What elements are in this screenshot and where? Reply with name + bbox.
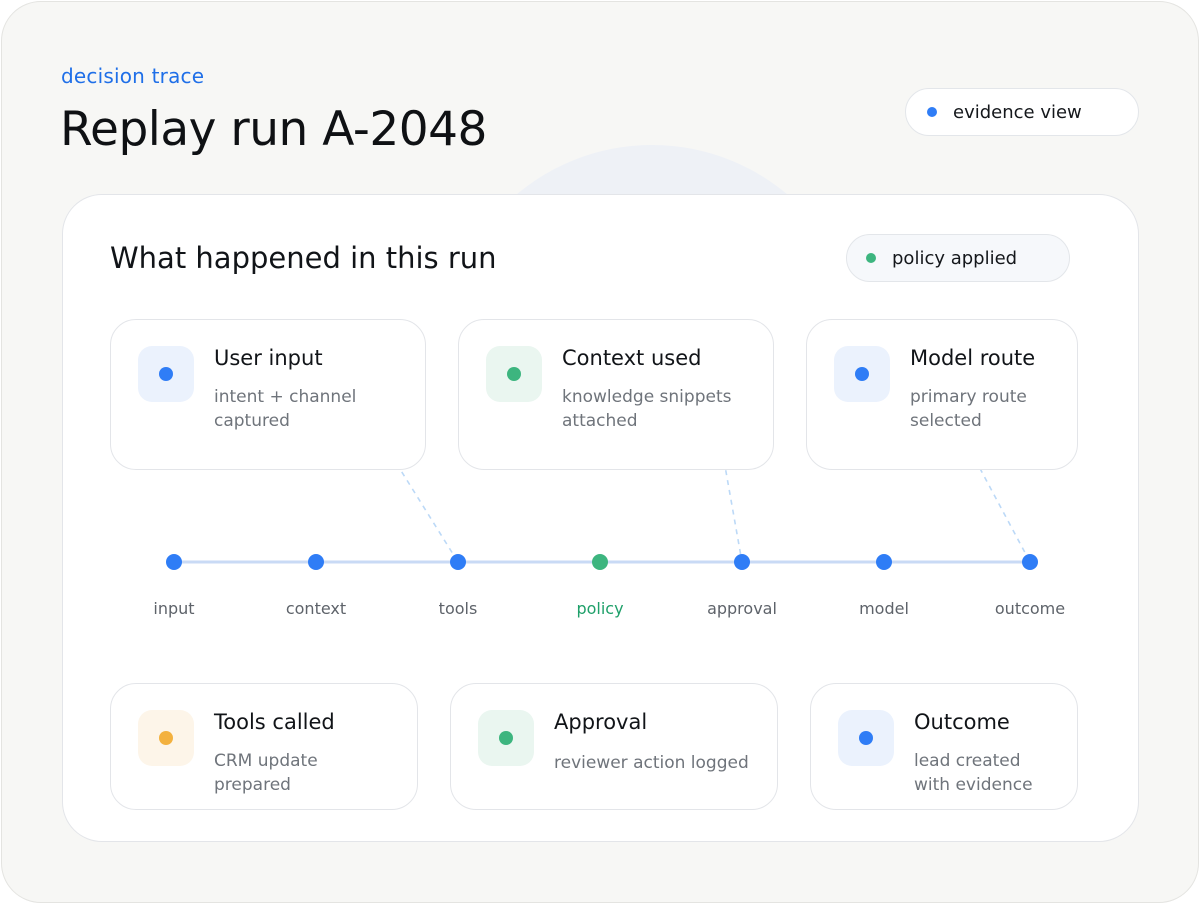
card-title: Model route [910,346,1036,370]
card-title: Context used [562,346,702,370]
timeline-node-outcome [1022,554,1038,570]
card-subtitle: CRM update prepared [214,751,318,795]
green-dot-icon [507,367,521,381]
card-title: Outcome [914,710,1010,734]
card-subtitle: lead created with evidence [914,751,1033,795]
card-title: Tools called [214,710,335,734]
card-subtitle: primary route selected [910,387,1027,431]
timeline-label: input [153,599,195,618]
evidence-view-label: evidence view [953,101,1082,123]
timeline-node-model [876,554,892,570]
timeline-label: outcome [994,599,1066,618]
card-title: Approval [554,710,648,734]
status-dot-icon [927,107,937,117]
blue-dot-icon [855,367,869,381]
card-badge [486,346,542,402]
timeline-node-approval [734,554,750,570]
green-dot-icon [499,731,513,745]
card-badge [138,346,194,402]
blue-dot-icon [859,731,873,745]
card-badge [478,710,534,766]
evidence-view-toggle[interactable]: evidence view [905,88,1139,136]
card-model-route[interactable]: Model route primary route selected [806,319,1078,470]
card-badge [138,710,194,766]
card-subtitle: knowledge snippets attached [562,387,732,431]
card-tools-called[interactable]: Tools called CRM update prepared [110,683,418,810]
timeline-label: policy [576,599,624,618]
card-user-input[interactable]: User input intent + channel captured [110,319,426,470]
timeline-label: model [859,599,909,618]
card-title: User input [214,346,323,370]
card-subtitle: reviewer action logged [554,753,749,773]
eyebrow-label: decision trace [61,64,205,88]
card-approval[interactable]: Approval reviewer action logged [450,683,778,810]
timeline-node-context [308,554,324,570]
page-title: Replay run A-2048 [60,102,487,157]
blue-dot-icon [159,367,173,381]
card-outcome[interactable]: Outcome lead created with evidence [810,683,1078,810]
card-context-used[interactable]: Context used knowledge snippets attached [458,319,774,470]
timeline-label: approval [707,599,777,618]
card-subtitle: intent + channel captured [214,387,357,431]
run-summary-panel: What happened in this run policy applied… [62,194,1139,842]
timeline-node-tools [450,554,466,570]
app-frame: decision trace Replay run A-2048 evidenc… [1,1,1199,903]
timeline-label: context [285,599,347,618]
timeline-label: tools [438,599,478,618]
timeline-node-policy [592,554,608,570]
card-badge [838,710,894,766]
orange-dot-icon [159,731,173,745]
timeline-node-input [166,554,182,570]
card-badge [834,346,890,402]
